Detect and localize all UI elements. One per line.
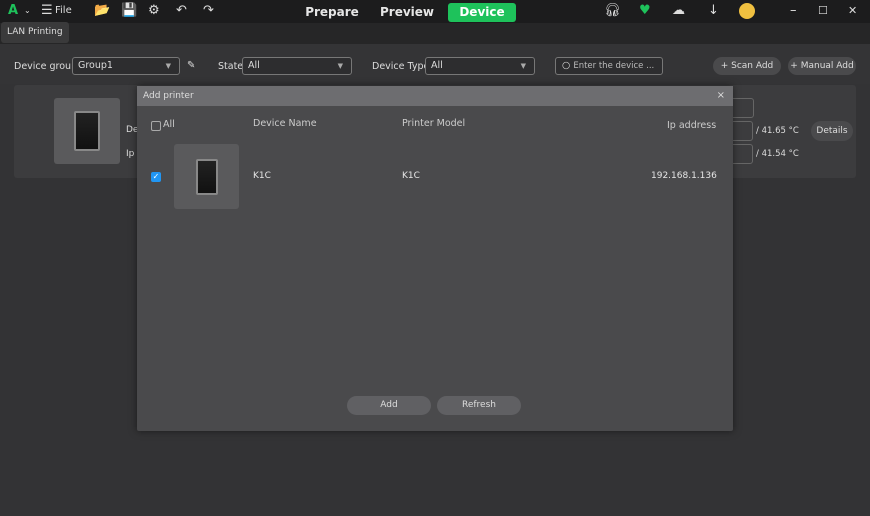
add-button[interactable]: Add bbox=[347, 396, 431, 415]
shield-icon[interactable]: ♥ bbox=[639, 3, 651, 19]
file-menu[interactable]: File bbox=[55, 3, 72, 19]
minimize-icon[interactable]: – bbox=[790, 3, 797, 19]
nozzle-temp: / 41.65 °C bbox=[756, 126, 799, 136]
tab-prepare[interactable]: Prepare bbox=[300, 3, 364, 22]
manual-add-label: Manual Add bbox=[800, 61, 854, 71]
select-all-label: All bbox=[163, 119, 175, 130]
download-icon[interactable]: ↓ bbox=[708, 3, 719, 19]
chevron-down-icon: ▼ bbox=[337, 62, 343, 70]
printer-image bbox=[54, 98, 120, 164]
row-checkbox[interactable]: ✓ bbox=[151, 172, 161, 182]
table-row[interactable]: ✓ K1C K1C 192.168.1.136 bbox=[137, 144, 733, 210]
chevron-down-icon[interactable]: ⌄ bbox=[24, 3, 31, 19]
header-device-name: Device Name bbox=[253, 118, 317, 129]
select-all-checkbox[interactable] bbox=[151, 121, 161, 131]
details-button[interactable]: Details bbox=[811, 121, 853, 141]
ip-address: 192.168.1.136 bbox=[651, 171, 717, 181]
state-value: All bbox=[248, 60, 260, 71]
header-printer-model: Printer Model bbox=[402, 118, 466, 129]
printer-model: K1C bbox=[402, 171, 420, 181]
dialog-title: Add printer bbox=[143, 91, 194, 101]
undo-icon[interactable]: ↶ bbox=[176, 3, 187, 19]
avatar[interactable] bbox=[739, 3, 755, 19]
redo-icon[interactable]: ↷ bbox=[203, 3, 214, 19]
device-toolbar: Device group: Group1 ▼ ✎ State: All ▼ Devi… bbox=[0, 44, 870, 84]
bed-temp: / 41.54 °C bbox=[756, 149, 799, 159]
close-icon[interactable]: × bbox=[717, 86, 725, 106]
device-group-select[interactable]: Group1 ▼ bbox=[72, 57, 180, 75]
gear-icon[interactable]: ⚙ bbox=[148, 3, 160, 19]
tab-preview[interactable]: Preview bbox=[375, 3, 439, 22]
scan-add-button[interactable]: + Scan Add bbox=[713, 57, 781, 75]
chevron-down-icon: ▼ bbox=[520, 62, 526, 70]
menu-icon[interactable]: ☰ bbox=[41, 3, 53, 19]
app-logo-icon[interactable]: A bbox=[8, 3, 18, 19]
tab-device[interactable]: Device bbox=[448, 3, 516, 22]
title-bar: A ⌄ ☰ File 📂 💾 ⚙ ↶ ↷ Prepare Preview Dev… bbox=[0, 0, 870, 23]
tab-strip bbox=[0, 23, 870, 44]
add-printer-dialog: Add printer × All Device Name Printer Mo… bbox=[137, 86, 733, 431]
device-type-select[interactable]: All ▼ bbox=[425, 57, 535, 75]
device-name: K1C bbox=[253, 171, 271, 181]
manual-add-button[interactable]: + Manual Add bbox=[788, 57, 856, 75]
dialog-header: Add printer × bbox=[137, 86, 733, 106]
edit-icon[interactable]: ✎ bbox=[187, 60, 195, 71]
printer-image bbox=[174, 144, 239, 209]
state-select[interactable]: All ▼ bbox=[242, 57, 352, 75]
search-icon: ○ bbox=[562, 60, 571, 71]
chevron-down-icon: ▼ bbox=[165, 62, 171, 70]
ip-label: Ip bbox=[126, 149, 135, 159]
device-type-label: Device Type: bbox=[372, 61, 433, 72]
close-icon[interactable]: ✕ bbox=[848, 3, 857, 19]
device-group-label: Device group: bbox=[14, 61, 81, 72]
header-ip-address: Ip address bbox=[667, 120, 717, 131]
cloud-upload-icon[interactable]: ☁ bbox=[672, 3, 685, 19]
search-input[interactable]: ○ Enter the device ... bbox=[555, 57, 663, 75]
open-folder-icon[interactable]: 📂 bbox=[94, 3, 110, 19]
device-type-value: All bbox=[431, 60, 443, 71]
search-placeholder: Enter the device ... bbox=[573, 61, 655, 71]
scan-add-label: Scan Add bbox=[731, 61, 774, 71]
headset-icon[interactable]: 🎧︎ bbox=[604, 3, 621, 19]
tab-lan-printing[interactable]: LAN Printing bbox=[1, 22, 69, 43]
device-group-value: Group1 bbox=[78, 60, 113, 71]
maximize-icon[interactable]: ☐ bbox=[818, 3, 828, 19]
refresh-button[interactable]: Refresh bbox=[437, 396, 521, 415]
save-icon[interactable]: 💾 bbox=[121, 3, 137, 19]
